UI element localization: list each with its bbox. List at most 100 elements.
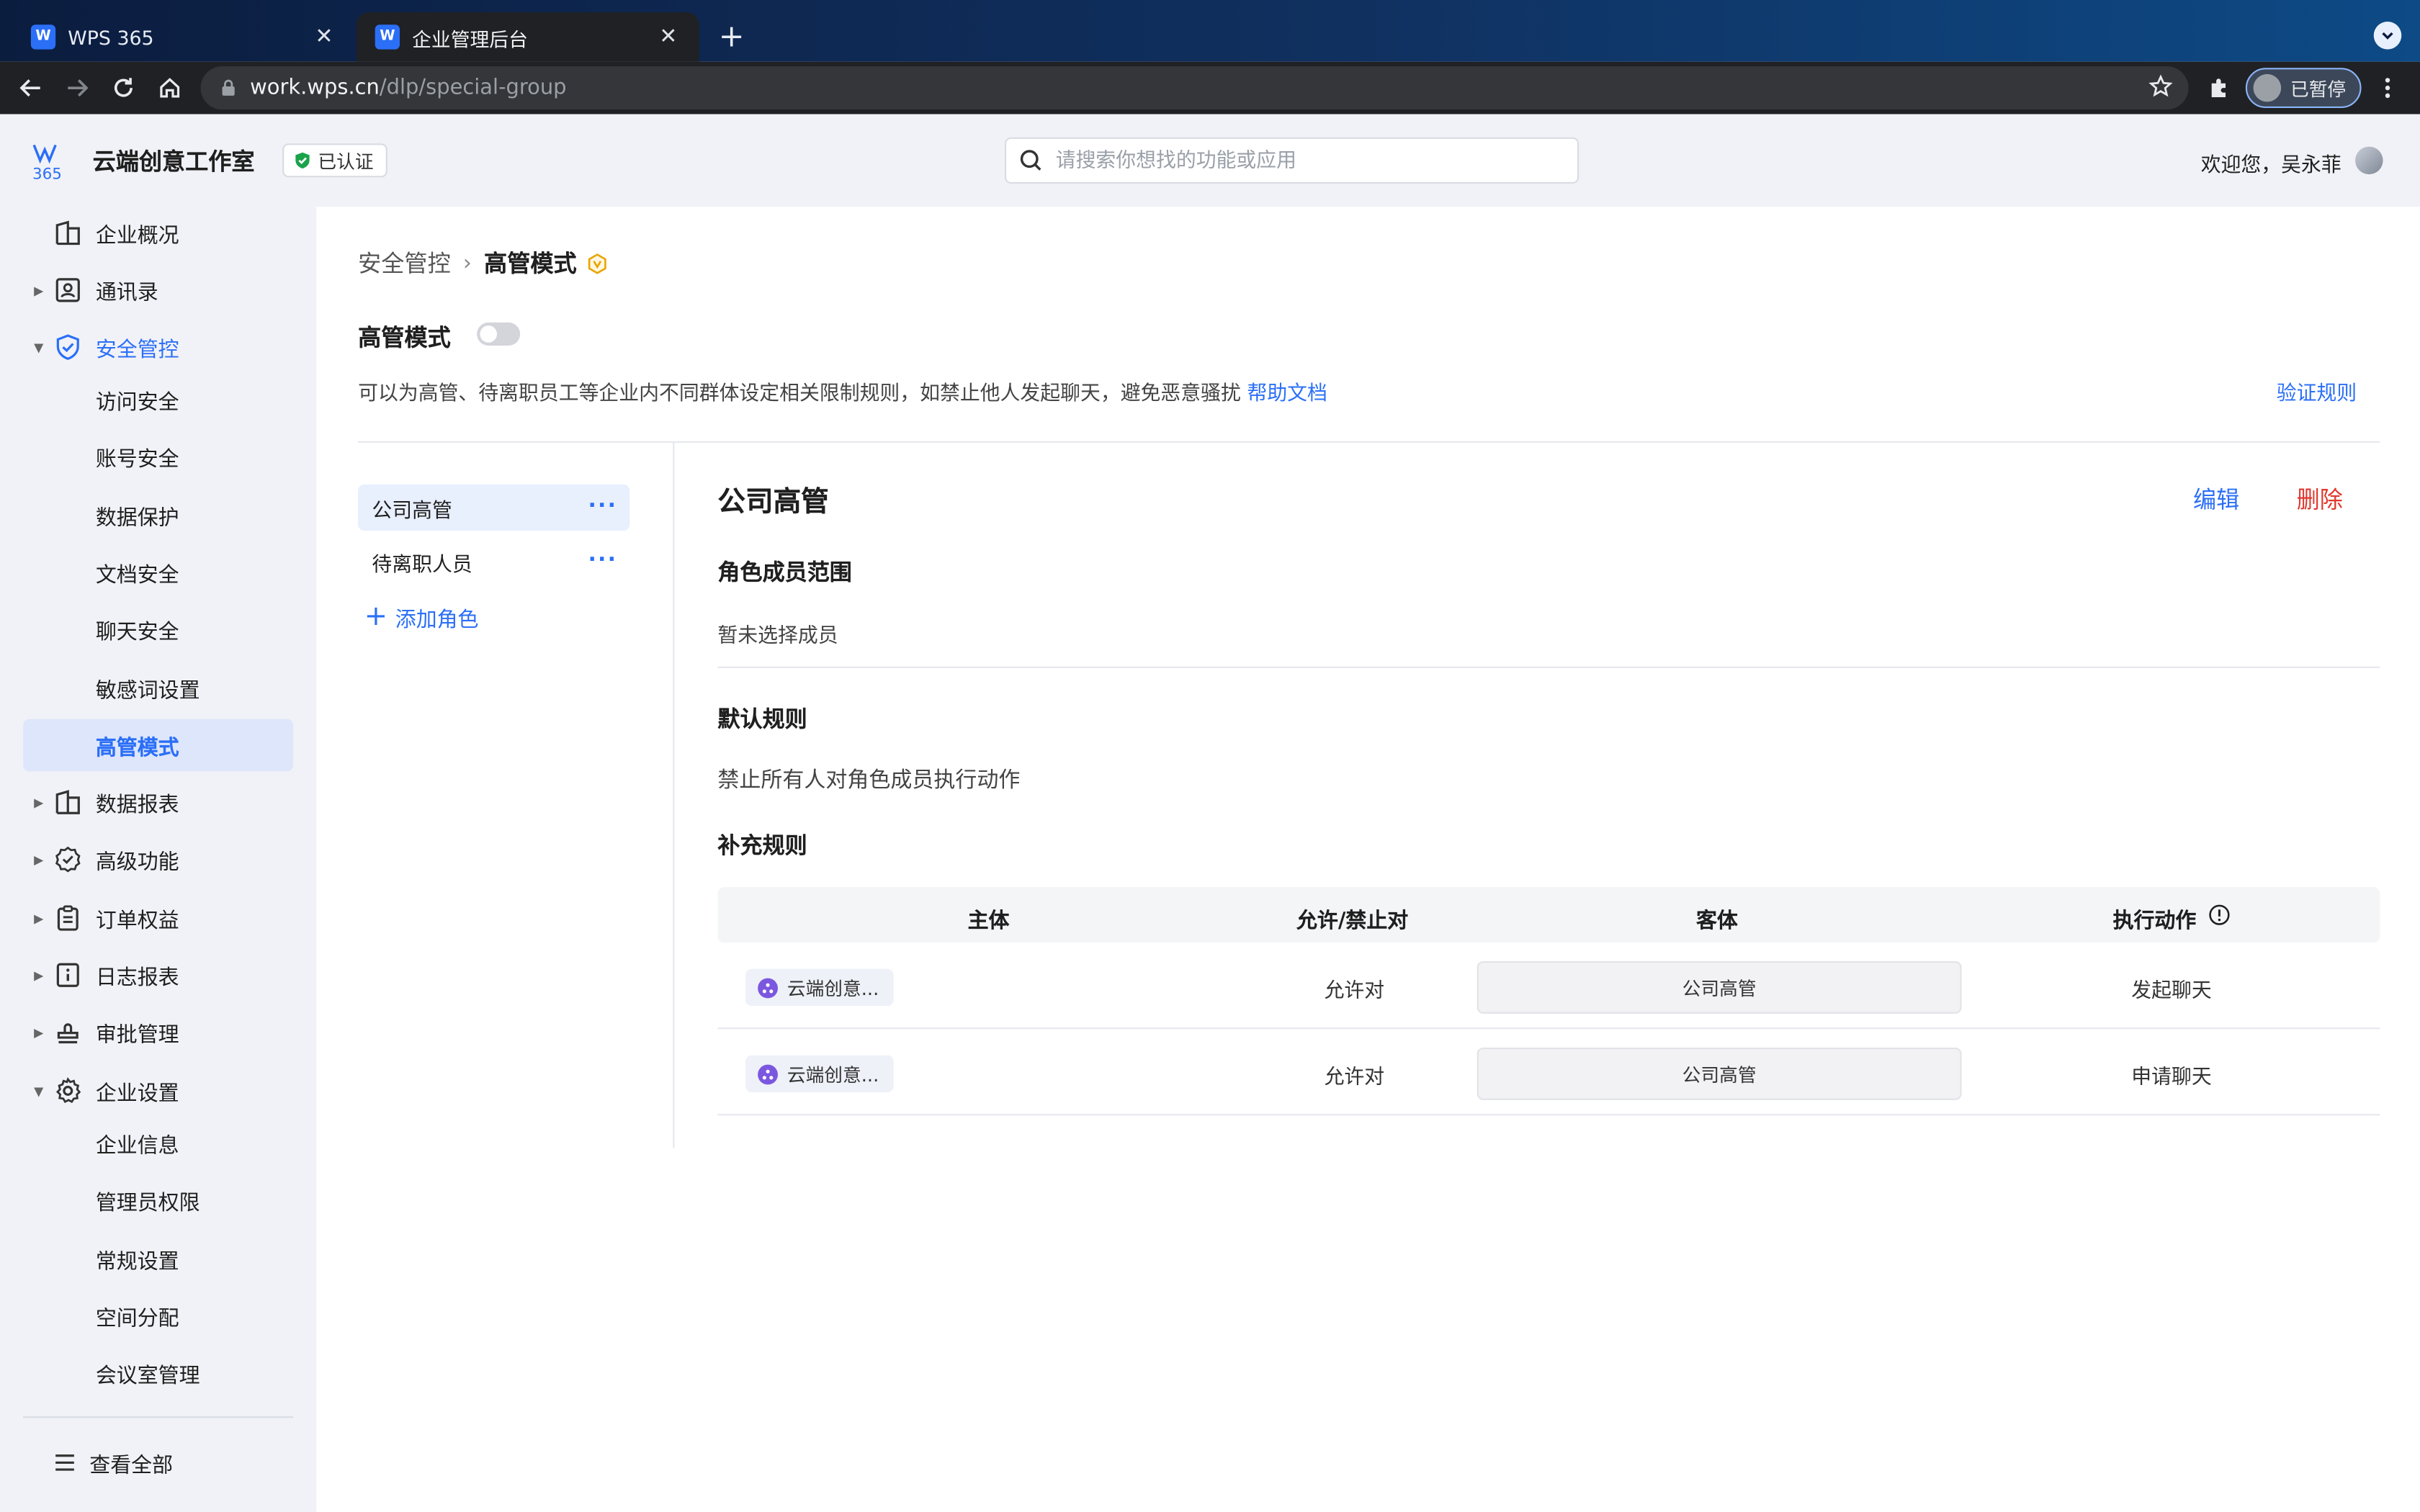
main-content: 安全管控 › 高管模式 高管模式 可以为高管、待离职员工等企业内不同群体设定相关… xyxy=(316,207,2420,1512)
search-input[interactable] xyxy=(1055,148,1550,172)
sidebar-item-meeting-rooms[interactable]: 会议室管理 xyxy=(23,1347,293,1400)
tab-title: WPS 365 xyxy=(68,25,154,49)
more-icon[interactable]: ··· xyxy=(588,548,617,572)
sidebar-item-space-allocation[interactable]: 空间分配 xyxy=(23,1290,293,1342)
help-doc-link[interactable]: 帮助文档 xyxy=(1247,382,1327,405)
sidebar-item-document-security[interactable]: 文档安全 xyxy=(23,546,293,599)
shield-icon xyxy=(56,334,79,360)
sidebar-item-label: 审批管理 xyxy=(95,1022,179,1048)
action-cell: 申请聊天 xyxy=(2131,1066,2212,1089)
address-bar[interactable]: work.wps.cn/dlp/special-group xyxy=(200,66,2189,110)
caret-right-icon: ▶ xyxy=(34,1025,44,1040)
kebab-menu-icon[interactable] xyxy=(2383,76,2393,100)
sidebar-item-label: 安全管控 xyxy=(95,338,179,363)
sidebar-item-chat-security[interactable]: 聊天安全 xyxy=(23,603,293,656)
profile-label: 已暂停 xyxy=(2290,78,2347,100)
back-button[interactable] xyxy=(8,65,54,111)
breadcrumb-parent[interactable]: 安全管控 xyxy=(358,247,451,279)
verify-rules-link[interactable]: 验证规则 xyxy=(2277,377,2357,405)
sidebar-item-account-security[interactable]: 账号安全 xyxy=(23,431,293,483)
caret-down-icon: ▼ xyxy=(34,340,44,354)
sidebar-item-label: 常规设置 xyxy=(95,1249,179,1274)
sidebar-item-admin-permissions[interactable]: 管理员权限 xyxy=(23,1174,293,1227)
sidebar-item-executive-mode[interactable]: 高管模式 xyxy=(23,719,294,772)
close-icon[interactable]: ✕ xyxy=(656,24,681,49)
add-role-label: 添加角色 xyxy=(395,608,479,633)
browser-toolbar: work.wps.cn/dlp/special-group 已暂停 xyxy=(0,61,2420,114)
sidebar-item-enterprise-settings[interactable]: ▼ 企业设置 xyxy=(23,1065,293,1117)
lock-icon xyxy=(222,79,235,96)
column-header-object: 客体 xyxy=(1696,909,1738,934)
sidebar-item-label: 管理员权限 xyxy=(95,1191,200,1216)
user-avatar[interactable] xyxy=(2355,146,2383,175)
sidebar-item-access-security[interactable]: 访问安全 xyxy=(23,374,293,426)
view-all-button[interactable]: 查看全部 xyxy=(23,1436,293,1489)
role-item-executives[interactable]: 公司高管 ··· xyxy=(358,484,630,531)
home-icon xyxy=(160,78,180,98)
sidebar-item-advanced[interactable]: ▶ 高级功能 xyxy=(23,833,293,886)
sidebar-item-security[interactable]: ▼ 安全管控 xyxy=(23,321,293,374)
reload-button[interactable] xyxy=(100,65,146,111)
info-doc-icon xyxy=(56,963,79,987)
shield-check-icon xyxy=(295,152,310,168)
description-text: 可以为高管、待离职员工等企业内不同群体设定相关限制规则，如禁止他人发起聊天，避免… xyxy=(358,377,1327,406)
add-role-button[interactable]: + 添加角色 xyxy=(364,602,479,633)
sidebar-item-data-protection[interactable]: 数据保护 xyxy=(23,489,293,541)
object-cell: 公司高管 xyxy=(1476,1048,1962,1100)
sidebar-item-orders[interactable]: ▶ 订单权益 xyxy=(23,892,293,945)
executive-mode-toggle[interactable] xyxy=(477,322,521,346)
tab-wps365[interactable]: W WPS 365 ✕ xyxy=(12,12,355,62)
profile-button[interactable]: 已暂停 xyxy=(2245,68,2362,108)
sidebar-item-logs[interactable]: ▶ 日志报表 xyxy=(23,949,293,1002)
info-circle-icon[interactable] xyxy=(2208,904,2230,926)
sidebar-item-label: 会议室管理 xyxy=(95,1364,200,1389)
tab-admin-console[interactable]: W 企业管理后台 ✕ xyxy=(356,12,699,62)
sidebar-item-label: 数据报表 xyxy=(95,793,179,818)
caret-right-icon: ▶ xyxy=(34,283,44,297)
arrow-right-icon xyxy=(68,79,89,97)
home-button[interactable] xyxy=(147,65,193,111)
sidebar-item-contacts[interactable]: ▶ 通讯录 xyxy=(23,264,293,316)
search-box[interactable] xyxy=(1005,137,1579,184)
column-header-allow: 允许/禁止对 xyxy=(1296,909,1409,934)
sidebar-item-general-settings[interactable]: 常规设置 xyxy=(23,1233,293,1285)
org-icon xyxy=(758,1063,778,1084)
extensions-icon[interactable] xyxy=(2207,76,2231,100)
section-divider xyxy=(358,441,2380,443)
more-icon[interactable]: ··· xyxy=(588,494,617,518)
new-tab-button[interactable]: + xyxy=(713,19,750,55)
role-item-leaving-staff[interactable]: 待离职人员 ··· xyxy=(358,539,629,585)
sidebar-item-label: 敏感词设置 xyxy=(95,678,200,704)
svg-text:365: 365 xyxy=(32,166,62,182)
sidebar-item-enterprise-info[interactable]: 企业信息 xyxy=(23,1117,293,1169)
wps-favicon-icon: W xyxy=(375,24,400,50)
stamp-icon xyxy=(57,1023,79,1044)
sidebar-item-label: 访问安全 xyxy=(95,390,179,415)
delete-button[interactable]: 删除 xyxy=(2297,483,2343,516)
allow-cell: 允许对 xyxy=(1324,1066,1385,1089)
scope-value: 暂未选择成员 xyxy=(717,624,838,648)
edit-button[interactable]: 编辑 xyxy=(2193,483,2239,516)
sidebar-item-sensitive-words[interactable]: 敏感词设置 xyxy=(23,662,293,714)
panel-divider xyxy=(673,441,675,1148)
star-icon[interactable] xyxy=(2148,74,2173,99)
breadcrumb-current: 高管模式 xyxy=(484,250,577,278)
welcome-text: 欢迎您，吴永菲 xyxy=(2200,154,2341,178)
sidebar-item-label: 企业信息 xyxy=(95,1134,179,1159)
sidebar-item-approvals[interactable]: ▶ 审批管理 xyxy=(23,1006,293,1058)
sidebar-item-label: 高级功能 xyxy=(95,850,179,875)
table-row: 云端创意... 允许对 公司高管 发起聊天 xyxy=(717,942,2380,1030)
forward-button[interactable] xyxy=(54,65,100,111)
sidebar-item-data-reports[interactable]: ▶ 数据报表 xyxy=(23,776,293,829)
tab-search-button[interactable] xyxy=(2373,22,2402,50)
extra-rules-title: 补充规则 xyxy=(717,834,807,860)
tab-title: 企业管理后台 xyxy=(412,27,528,50)
role-label: 公司高管 xyxy=(372,499,452,523)
close-icon[interactable]: ✕ xyxy=(312,24,336,49)
sidebar-item-label: 订单权益 xyxy=(95,909,179,934)
scope-section-title: 角色成员范围 xyxy=(717,562,852,587)
caret-right-icon: ▶ xyxy=(34,911,44,925)
sidebar-item-overview[interactable]: 企业概况 xyxy=(23,207,293,259)
subject-label: 云端创意... xyxy=(786,977,879,999)
description-body: 可以为高管、待离职员工等企业内不同群体设定相关限制规则，如禁止他人发起聊天，避免… xyxy=(358,382,1241,406)
